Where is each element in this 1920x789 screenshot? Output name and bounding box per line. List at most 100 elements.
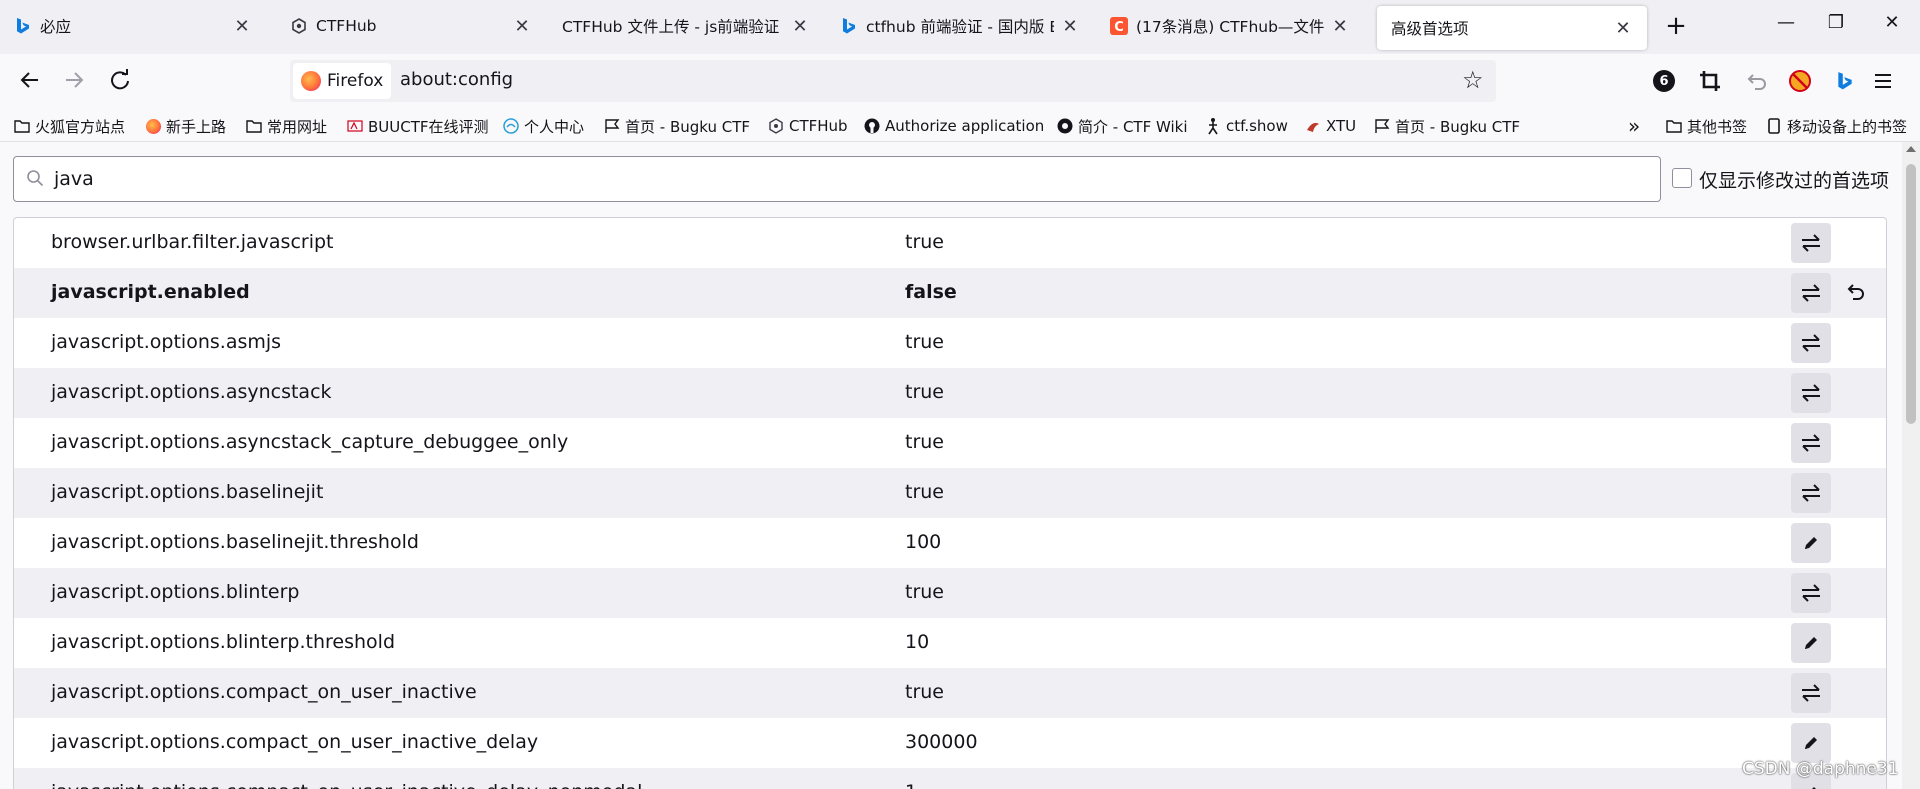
- search-icon: [27, 170, 44, 187]
- tab-about-config[interactable]: 高级首选项 ✕: [1377, 6, 1647, 50]
- minimize-button[interactable]: —: [1766, 12, 1806, 42]
- edit-pencil-icon[interactable]: [1791, 723, 1831, 763]
- bookmark-item[interactable]: ctf.show: [1205, 115, 1288, 137]
- bookmark-item[interactable]: 个人中心: [503, 115, 584, 137]
- pref-row[interactable]: javascript.enabled false: [14, 268, 1886, 318]
- toggle-arrows-icon[interactable]: [1791, 373, 1831, 413]
- pref-search-input[interactable]: java: [13, 156, 1661, 202]
- bookmark-label: CTFHub: [789, 117, 848, 135]
- bookmarks-toolbar: 火狐官方站点 新手上路 常用网址 BUUCTF在线评测 个人中心 首页 - Bu…: [0, 108, 1920, 142]
- bookmark-item[interactable]: 常用网址: [246, 115, 327, 137]
- pref-row[interactable]: javascript.options.baselinejit true: [14, 468, 1886, 518]
- pref-row[interactable]: javascript.options.blinterp.threshold 10: [14, 618, 1886, 668]
- show-modified-checkbox[interactable]: [1672, 168, 1692, 188]
- close-icon[interactable]: ✕: [790, 16, 810, 37]
- pref-row[interactable]: javascript.options.asyncstack true: [14, 368, 1886, 418]
- blocker-extension-icon[interactable]: [1785, 66, 1815, 96]
- toggle-arrows-icon[interactable]: [1791, 423, 1831, 463]
- bookmark-label: ctf.show: [1226, 117, 1288, 135]
- pref-row[interactable]: javascript.options.compact_on_user_inact…: [14, 668, 1886, 718]
- close-icon[interactable]: ✕: [1330, 16, 1350, 37]
- bookmark-item[interactable]: 新手上路: [145, 115, 226, 137]
- pref-row[interactable]: javascript.options.asmjs true: [14, 318, 1886, 368]
- edit-pencil-icon[interactable]: [1791, 523, 1831, 563]
- pref-name: javascript.options.compact_on_user_inact…: [51, 681, 477, 703]
- bing-icon[interactable]: [1830, 66, 1860, 96]
- pref-row[interactable]: javascript.options.baselinejit.threshold…: [14, 518, 1886, 568]
- back-button[interactable]: [12, 62, 48, 98]
- new-tab-button[interactable]: +: [1660, 10, 1692, 44]
- pref-name: javascript.options.blinterp: [51, 581, 300, 603]
- close-icon[interactable]: ✕: [232, 16, 252, 37]
- scroll-up-arrow-icon[interactable]: [1906, 146, 1916, 152]
- toggle-arrows-icon[interactable]: [1791, 473, 1831, 513]
- close-icon[interactable]: ✕: [512, 16, 532, 37]
- pref-value: false: [905, 281, 957, 303]
- pref-name: javascript.options.baselinejit: [51, 481, 324, 503]
- xtu-icon: [1305, 118, 1321, 134]
- bookmark-item[interactable]: 首页 - Bugku CTF: [1374, 115, 1520, 137]
- csdn-icon: C: [1110, 17, 1128, 35]
- folder-icon: [1666, 118, 1682, 134]
- bookmark-label: BUUCTF在线评测: [368, 117, 489, 136]
- user-center-icon: [503, 118, 519, 134]
- url-text[interactable]: about:config: [400, 69, 513, 90]
- pref-value: true: [905, 681, 944, 703]
- tab-title: CTFHub 文件上传 - js前端验证: [562, 18, 780, 36]
- tab-ctfhub[interactable]: CTFHub ✕: [276, 0, 546, 52]
- reload-button[interactable]: [102, 62, 138, 98]
- show-modified-label[interactable]: 仅显示修改过的首选项: [1699, 166, 1889, 193]
- bookmark-item[interactable]: BUUCTF在线评测: [347, 115, 489, 137]
- tab-csdn[interactable]: C (17条消息) CTFhub—文件上传 ✕: [1096, 0, 1364, 52]
- bookmark-item[interactable]: 火狐官方站点: [14, 115, 125, 137]
- tab-bing-search[interactable]: ctfhub 前端验证 - 国内版 Bing ✕: [826, 0, 1094, 52]
- toggle-arrows-icon[interactable]: [1791, 673, 1831, 713]
- tab-ctfhub-upload[interactable]: CTFHub 文件上传 - js前端验证 ✕: [548, 0, 824, 52]
- bookmark-item[interactable]: Authorize application: [864, 115, 1044, 137]
- tab-title: 必应: [40, 18, 72, 36]
- vertical-scrollbar[interactable]: [1902, 142, 1920, 789]
- ctfhub-icon: [768, 118, 784, 134]
- identity-box[interactable]: Firefox: [293, 63, 391, 99]
- tab-strip: 必应 ✕ CTFHub ✕ CTFHub 文件上传 - js前端验证 ✕ ctf…: [0, 0, 1920, 54]
- bookmark-folder-other[interactable]: 其他书签: [1666, 115, 1747, 137]
- toggle-arrows-icon[interactable]: [1791, 273, 1831, 313]
- toggle-arrows-icon[interactable]: [1791, 223, 1831, 263]
- edit-pencil-icon[interactable]: [1791, 623, 1831, 663]
- close-icon[interactable]: ✕: [1613, 18, 1633, 39]
- crop-icon[interactable]: [1695, 66, 1725, 96]
- restore-button[interactable]: ❐: [1816, 12, 1856, 42]
- toggle-arrows-icon[interactable]: [1791, 573, 1831, 613]
- bookmark-item[interactable]: 首页 - Bugku CTF: [604, 115, 750, 137]
- scrollbar-thumb[interactable]: [1906, 164, 1916, 424]
- pref-row[interactable]: javascript.options.blinterp true: [14, 568, 1886, 618]
- pref-row[interactable]: javascript.options.compact_on_user_inact…: [14, 718, 1886, 768]
- extension-badge-icon[interactable]: 6: [1649, 66, 1679, 96]
- undo-arrow-icon[interactable]: [1741, 66, 1771, 96]
- close-window-button[interactable]: ✕: [1872, 12, 1912, 42]
- bookmark-item[interactable]: XTU: [1305, 115, 1356, 137]
- bookmarks-overflow-chevron-icon[interactable]: »: [1628, 114, 1640, 138]
- pref-row[interactable]: javascript.options.compact_on_user_inact…: [14, 768, 1886, 789]
- pref-value: 100: [905, 531, 942, 553]
- tab-bing[interactable]: 必应 ✕: [0, 0, 266, 52]
- bookmark-label: 其他书签: [1687, 117, 1748, 136]
- bookmark-folder-mobile[interactable]: 移动设备上的书签: [1766, 115, 1907, 137]
- pref-value: true: [905, 481, 944, 503]
- toggle-arrows-icon[interactable]: [1791, 323, 1831, 363]
- forward-button[interactable]: [56, 62, 92, 98]
- reset-icon[interactable]: [1840, 278, 1870, 308]
- folder-icon: [14, 118, 30, 134]
- pref-row[interactable]: browser.urlbar.filter.javascript true: [14, 218, 1886, 268]
- pref-row[interactable]: javascript.options.asyncstack_capture_de…: [14, 418, 1886, 468]
- pref-value: 1: [905, 781, 917, 789]
- pref-name: javascript.options.compact_on_user_inact…: [51, 781, 642, 789]
- pref-name: javascript.options.compact_on_user_inact…: [51, 731, 539, 753]
- bookmark-star-icon[interactable]: ☆: [1462, 66, 1484, 94]
- bookmark-label: 个人中心: [524, 117, 585, 136]
- close-icon[interactable]: ✕: [1060, 16, 1080, 37]
- hamburger-menu-icon[interactable]: [1868, 66, 1898, 96]
- bookmark-item[interactable]: 简介 - CTF Wiki: [1057, 115, 1188, 137]
- bookmark-item[interactable]: CTFHub: [768, 115, 848, 137]
- bookmark-label: 新手上路: [166, 117, 227, 136]
